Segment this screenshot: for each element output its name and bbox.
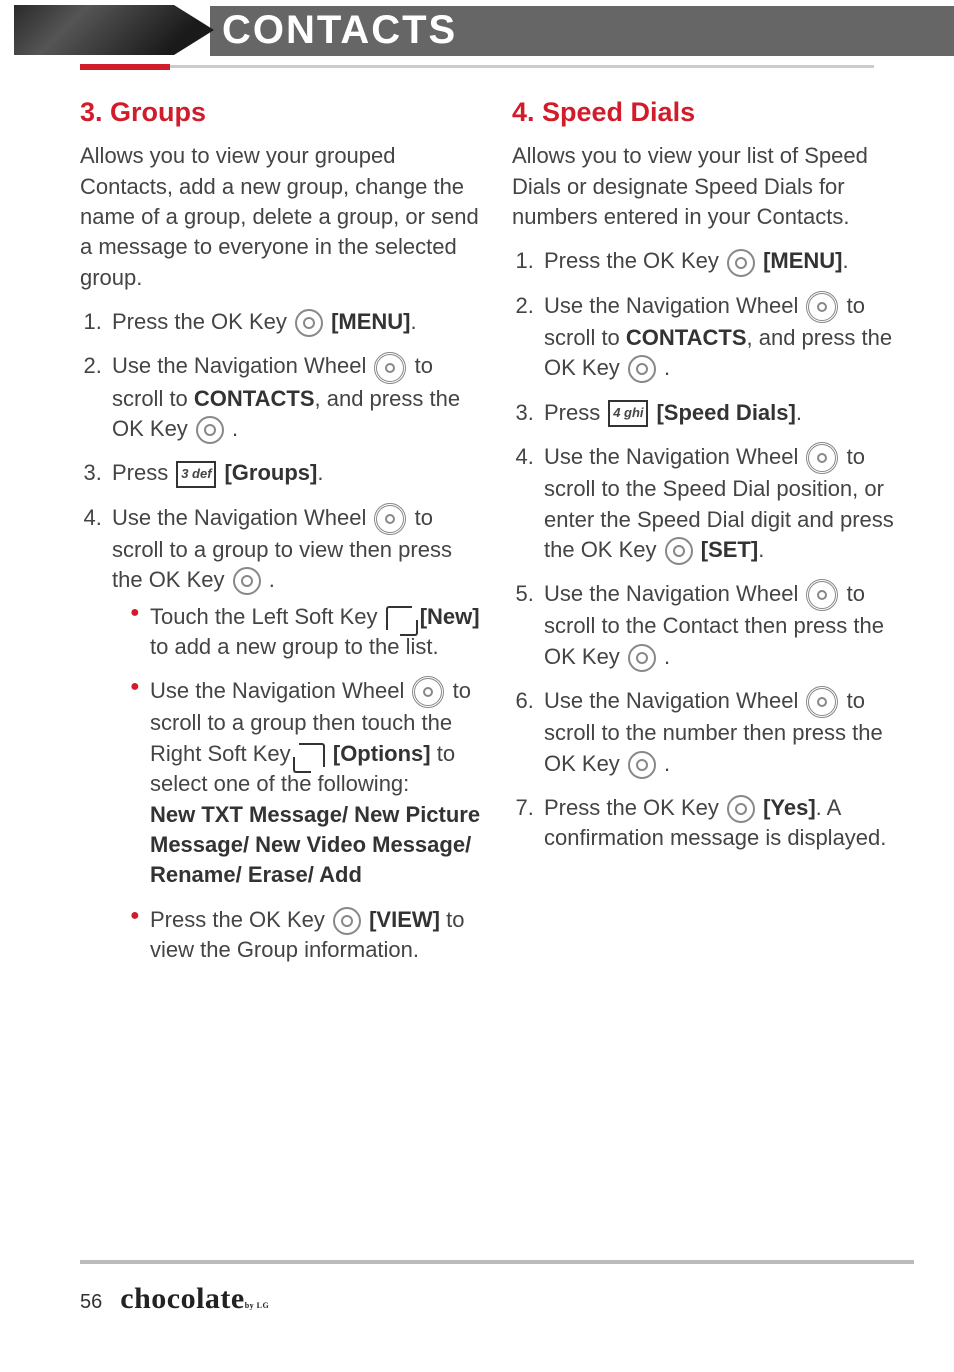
- header-photo: [14, 5, 214, 55]
- text: .: [658, 355, 670, 380]
- text: Use the Navigation Wheel: [544, 688, 804, 713]
- step: Use the Navigation Wheel to scroll to a …: [108, 503, 482, 966]
- bullet: Use the Navigation Wheel to scroll to a …: [130, 676, 482, 890]
- step: Use the Navigation Wheel to scroll to CO…: [108, 351, 482, 444]
- ok-key-icon: [628, 751, 656, 779]
- text: .: [658, 644, 670, 669]
- label: CONTACTS: [626, 325, 747, 350]
- left-column: 3. Groups Allows you to view your groupe…: [80, 88, 482, 979]
- footer-divider: [80, 1260, 914, 1264]
- text: .: [843, 248, 849, 273]
- brand-text: chocolate: [120, 1282, 244, 1315]
- key-4-icon: 4 ghi: [608, 400, 648, 427]
- step: Press the OK Key [Yes]. A confirmation m…: [540, 793, 914, 854]
- page-title: CONTACTS: [222, 8, 457, 53]
- label: [Speed Dials]: [650, 400, 795, 425]
- label: [VIEW]: [363, 907, 440, 932]
- text: Use the Navigation Wheel: [544, 581, 804, 606]
- groups-sub-bullets: Touch the Left Soft Key [New] to add a n…: [112, 602, 482, 966]
- ok-key-icon: [665, 537, 693, 565]
- nav-wheel-icon: [412, 676, 444, 708]
- text: to add a new group to the list.: [150, 634, 439, 659]
- ok-key-icon: [628, 644, 656, 672]
- text: .: [411, 309, 417, 334]
- text: Press: [544, 400, 606, 425]
- page-number: 56: [80, 1291, 102, 1314]
- right-soft-key-icon: [299, 743, 325, 767]
- step: Press the OK Key [MENU].: [540, 246, 914, 276]
- label: [Options]: [327, 741, 431, 766]
- page-header: CONTACTS: [0, 0, 954, 60]
- ok-key-icon: [295, 309, 323, 337]
- brand-sub: by LG: [245, 1301, 270, 1310]
- step: Press 3 def [Groups].: [108, 458, 482, 488]
- step: Use the Navigation Wheel to scroll to CO…: [540, 291, 914, 384]
- ok-key-icon: [333, 907, 361, 935]
- text: Press the OK Key: [150, 907, 331, 932]
- ok-key-icon: [727, 795, 755, 823]
- step: Use the Navigation Wheel to scroll to th…: [540, 686, 914, 779]
- text: Press the OK Key: [544, 248, 725, 273]
- key-3-icon: 3 def: [176, 461, 216, 488]
- right-column: 4. Speed Dials Allows you to view your l…: [512, 88, 914, 979]
- label: [MENU]: [325, 309, 411, 334]
- groups-intro: Allows you to view your grouped Contacts…: [80, 141, 482, 293]
- label: [SET]: [695, 537, 759, 562]
- groups-steps: Press the OK Key [MENU]. Use the Navigat…: [80, 307, 482, 965]
- nav-wheel-icon: [806, 291, 838, 323]
- left-soft-key-icon: [386, 606, 412, 630]
- nav-wheel-icon: [374, 503, 406, 535]
- label: [MENU]: [757, 248, 843, 273]
- text: Use the Navigation Wheel: [112, 353, 372, 378]
- ok-key-icon: [233, 567, 261, 595]
- ok-key-icon: [628, 355, 656, 383]
- text: .: [658, 751, 670, 776]
- ok-key-icon: [727, 249, 755, 277]
- text: .: [263, 567, 275, 592]
- bullet: Press the OK Key [VIEW] to view the Grou…: [130, 905, 482, 966]
- text: .: [796, 400, 802, 425]
- label: [Yes]: [757, 795, 816, 820]
- label: [New]: [414, 604, 480, 629]
- nav-wheel-icon: [806, 579, 838, 611]
- nav-wheel-icon: [806, 686, 838, 718]
- speed-dials-intro: Allows you to view your list of Speed Di…: [512, 141, 914, 232]
- text: Touch the Left Soft Key: [150, 604, 384, 629]
- text: Press the OK Key: [112, 309, 293, 334]
- text: Use the Navigation Wheel: [112, 505, 372, 530]
- ok-key-icon: [196, 416, 224, 444]
- nav-wheel-icon: [806, 442, 838, 474]
- text: .: [226, 416, 238, 441]
- step: Press the OK Key [MENU].: [108, 307, 482, 337]
- options-list: New TXT Message/ New Picture Message/ Ne…: [150, 802, 480, 888]
- label: CONTACTS: [194, 386, 315, 411]
- step: Use the Navigation Wheel to scroll to th…: [540, 442, 914, 565]
- content: 3. Groups Allows you to view your groupe…: [0, 68, 954, 979]
- bullet: Touch the Left Soft Key [New] to add a n…: [130, 602, 482, 663]
- step: Press 4 ghi [Speed Dials].: [540, 398, 914, 428]
- text: Use the Navigation Wheel: [544, 293, 804, 318]
- text: Use the Navigation Wheel: [544, 444, 804, 469]
- brand-logo: chocolateby LG: [120, 1282, 269, 1316]
- text: Press: [112, 460, 174, 485]
- text: .: [317, 460, 323, 485]
- text: .: [758, 537, 764, 562]
- speed-dials-steps: Press the OK Key [MENU]. Use the Navigat…: [512, 246, 914, 853]
- text: Use the Navigation Wheel: [150, 678, 410, 703]
- nav-wheel-icon: [374, 352, 406, 384]
- section-title-groups: 3. Groups: [80, 94, 482, 131]
- page-footer: 56 chocolateby LG: [80, 1260, 914, 1316]
- label: [Groups]: [218, 460, 317, 485]
- step: Use the Navigation Wheel to scroll to th…: [540, 579, 914, 672]
- section-title-speed-dials: 4. Speed Dials: [512, 94, 914, 131]
- text: Press the OK Key: [544, 795, 725, 820]
